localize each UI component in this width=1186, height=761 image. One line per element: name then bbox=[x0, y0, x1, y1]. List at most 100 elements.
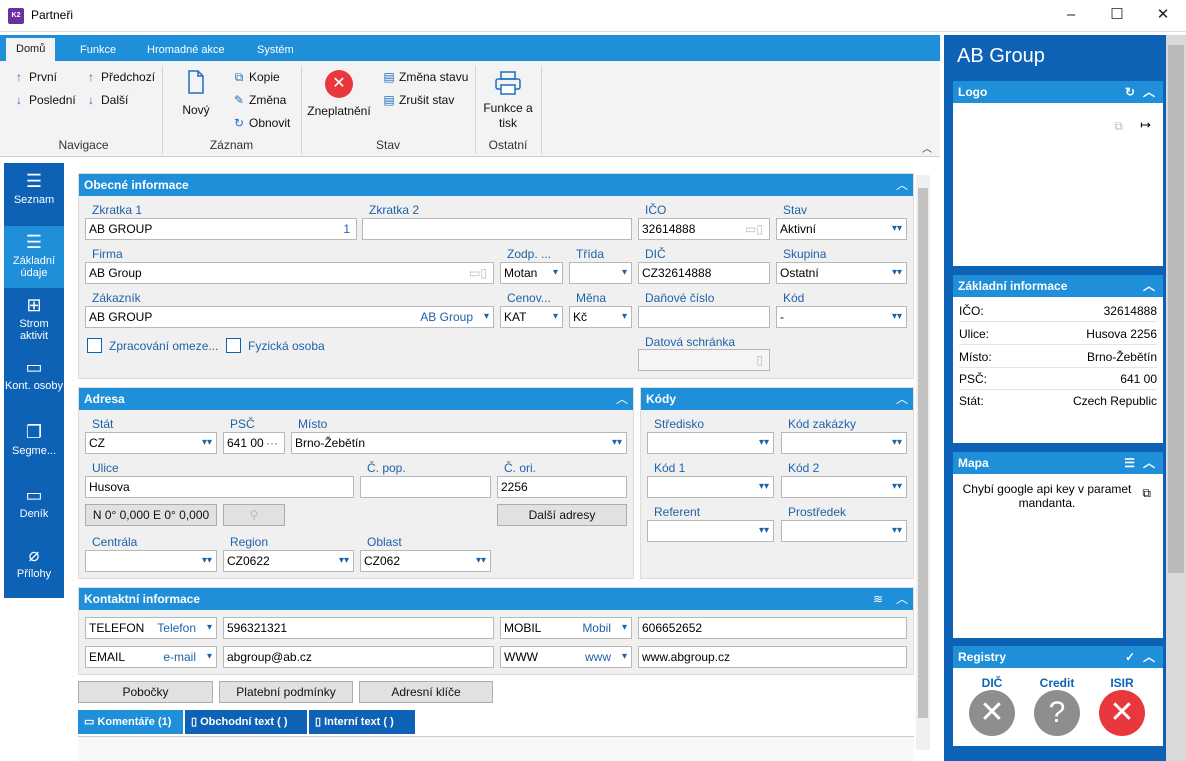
nav-kont-osoby[interactable]: ▭ Kont. osoby bbox=[4, 353, 64, 411]
cori-field[interactable]: 2256 bbox=[497, 476, 627, 498]
kod2-select[interactable]: ▾▾ bbox=[781, 476, 907, 498]
cpop-field[interactable] bbox=[360, 476, 491, 498]
oblast-select[interactable]: CZ062 ▾▾ bbox=[360, 550, 491, 572]
first-button[interactable]: ↑ První bbox=[12, 67, 57, 87]
contact-value-2[interactable]: 606652652 bbox=[638, 617, 907, 639]
stav-select[interactable]: Aktivní ▾▾ bbox=[776, 218, 907, 240]
registry-dic-status-icon[interactable]: ✕ bbox=[969, 690, 1015, 736]
fit-width-icon[interactable]: ↦ bbox=[1140, 117, 1151, 133]
close-button[interactable]: ✕ bbox=[1140, 0, 1186, 30]
refresh-icon[interactable]: ↻ bbox=[1125, 81, 1135, 103]
tab-funkce[interactable]: Funkce bbox=[70, 39, 126, 61]
external-link-icon[interactable]: ⧉ bbox=[1114, 119, 1123, 134]
refresh-button[interactable]: ↻ Obnovit bbox=[232, 113, 290, 133]
menu-icon[interactable]: ☰ bbox=[1124, 452, 1135, 474]
misto-select[interactable]: Brno-Žebětín ▾▾ bbox=[291, 432, 627, 454]
payment-terms-button[interactable]: Platební podmínky bbox=[219, 681, 353, 703]
zodp-select[interactable]: Motan ▾ bbox=[500, 262, 563, 284]
tab-hromadne-akce[interactable]: Hromadné akce bbox=[137, 39, 235, 61]
new-button[interactable]: Nový bbox=[172, 70, 220, 117]
kod1-select[interactable]: ▾▾ bbox=[647, 476, 774, 498]
nav-seznam[interactable]: ☰ Seznam bbox=[4, 171, 64, 226]
firma-field[interactable]: AB Group ▭▯ bbox=[85, 262, 494, 284]
trida-select[interactable]: ▾ bbox=[569, 262, 632, 284]
nav-denik[interactable]: ▭ Deník bbox=[4, 481, 64, 533]
layers-icon[interactable]: ≋ bbox=[867, 588, 889, 610]
last-button[interactable]: ↓ Poslední bbox=[12, 90, 76, 110]
tab-domu[interactable]: Domů bbox=[6, 38, 56, 61]
lookup-icon[interactable]: ▯ bbox=[756, 350, 763, 370]
tab-comments[interactable]: ▭ Komentáře (1) bbox=[78, 710, 183, 734]
external-link-icon[interactable]: ⧉ bbox=[1142, 486, 1151, 501]
edit-button[interactable]: ✎ Změna bbox=[232, 90, 286, 110]
contact-type-2[interactable]: MOBIL Mobil ▾ bbox=[500, 617, 632, 639]
psc-field[interactable]: 641 00 ··· bbox=[223, 432, 285, 454]
collapse-icon[interactable]: ︿ bbox=[891, 388, 913, 410]
gps-button[interactable]: N 0° 0,000 E 0° 0,000 bbox=[85, 504, 217, 526]
ulice-field[interactable]: Husova bbox=[85, 476, 354, 498]
prostredek-select[interactable]: ▾▾ bbox=[781, 520, 907, 542]
collapse-icon[interactable]: ︿ bbox=[1143, 646, 1155, 668]
map-pin-button[interactable]: ⚲ bbox=[223, 504, 285, 526]
right-scrollbar-thumb[interactable] bbox=[1168, 45, 1184, 573]
check-circle-icon[interactable]: ✓ bbox=[1125, 646, 1135, 668]
kod-select[interactable]: - ▾▾ bbox=[776, 306, 907, 328]
collapse-icon[interactable]: ︿ bbox=[891, 588, 913, 610]
fyzicka-osoba-checkbox[interactable] bbox=[226, 338, 241, 353]
scrollbar-thumb[interactable] bbox=[918, 188, 928, 718]
registry-credit-status-icon[interactable]: ? bbox=[1034, 690, 1080, 736]
zkratka2-field[interactable] bbox=[362, 218, 632, 240]
nav-zakladni-udaje[interactable]: ☰ Základní údaje bbox=[4, 226, 64, 288]
kod-zakazky-select[interactable]: ▾▾ bbox=[781, 432, 907, 454]
datova-schranka-field[interactable]: ▯ bbox=[638, 349, 770, 371]
registry-lookup-icon[interactable]: ▭▯ bbox=[745, 219, 763, 239]
collapse-icon[interactable]: ︿ bbox=[891, 174, 913, 196]
tab-business-text[interactable]: ▯ Obchodní text ( ) bbox=[185, 710, 307, 734]
centrala-select[interactable]: ▾▾ bbox=[85, 550, 217, 572]
nav-strom-aktivit[interactable]: ⊞ Strom aktivit bbox=[4, 291, 64, 349]
registry-isir-status-icon[interactable]: ✕ bbox=[1099, 690, 1145, 736]
tab-system[interactable]: Systém bbox=[247, 39, 304, 61]
mena-select[interactable]: Kč ▾ bbox=[569, 306, 632, 328]
zkratka1-field[interactable]: AB GROUP 1 bbox=[85, 218, 357, 240]
more-icon[interactable]: ··· bbox=[264, 433, 278, 453]
branches-button[interactable]: Pobočky bbox=[78, 681, 213, 703]
address-keys-button[interactable]: Adresní klíče bbox=[359, 681, 493, 703]
ico-field[interactable]: 32614888 ▭▯ bbox=[638, 218, 770, 240]
next-button[interactable]: ↓ Další bbox=[84, 90, 128, 110]
previous-button[interactable]: ↑ Předchozí bbox=[84, 67, 155, 87]
zpracovani-checkbox[interactable] bbox=[87, 338, 102, 353]
maximize-button[interactable]: ☐ bbox=[1094, 0, 1140, 30]
invalidate-button[interactable]: ✕ Zneplatnění bbox=[304, 70, 374, 118]
change-state-button[interactable]: ▤ Změna stavu bbox=[382, 67, 468, 87]
nav-prilohy[interactable]: ⌀ Přílohy bbox=[4, 541, 64, 593]
cenov-select[interactable]: KAT ▾ bbox=[500, 306, 563, 328]
contact-value-4[interactable]: www.abgroup.cz bbox=[638, 646, 907, 668]
print-button[interactable]: Funkce a tisk bbox=[478, 70, 538, 131]
stredisko-select[interactable]: ▾▾ bbox=[647, 432, 774, 454]
cancel-state-button[interactable]: ▤ Zrušit stav bbox=[382, 90, 454, 110]
collapse-icon[interactable]: ︿ bbox=[1143, 452, 1155, 474]
collapse-icon[interactable]: ︿ bbox=[1143, 81, 1155, 103]
contact-value-1[interactable]: 596321321 bbox=[223, 617, 494, 639]
tab-internal-text[interactable]: ▯ Interní text ( ) bbox=[309, 710, 415, 734]
dic-field[interactable]: CZ32614888 bbox=[638, 262, 770, 284]
zakaznik-field[interactable]: AB GROUP AB Group ▾ bbox=[85, 306, 494, 328]
skupina-select[interactable]: Ostatní ▾▾ bbox=[776, 262, 907, 284]
danove-cislo-field[interactable] bbox=[638, 306, 770, 328]
contact-type-4[interactable]: WWW www ▾ bbox=[500, 646, 632, 668]
stat-select[interactable]: CZ ▾▾ bbox=[85, 432, 217, 454]
more-addresses-button[interactable]: Další adresy bbox=[497, 504, 627, 526]
contact-type-1[interactable]: TELEFON Telefon ▾ bbox=[85, 617, 217, 639]
lookup-icon[interactable]: ▭▯ bbox=[469, 263, 487, 283]
contact-value-3[interactable]: abgroup@ab.cz bbox=[223, 646, 494, 668]
collapse-icon[interactable]: ︿ bbox=[611, 388, 633, 410]
minimize-button[interactable]: – bbox=[1048, 0, 1094, 30]
referent-select[interactable]: ▾▾ bbox=[647, 520, 774, 542]
nav-segmenty[interactable]: ❐ Segme... bbox=[4, 418, 64, 470]
region-select[interactable]: CZ0622 ▾▾ bbox=[223, 550, 354, 572]
collapse-icon[interactable]: ︿ bbox=[1143, 275, 1155, 297]
collapse-ribbon-icon[interactable]: ︿ bbox=[922, 140, 932, 155]
contact-type-3[interactable]: EMAIL e-mail ▾ bbox=[85, 646, 217, 668]
copy-button[interactable]: ⧉ Kopie bbox=[232, 67, 280, 87]
